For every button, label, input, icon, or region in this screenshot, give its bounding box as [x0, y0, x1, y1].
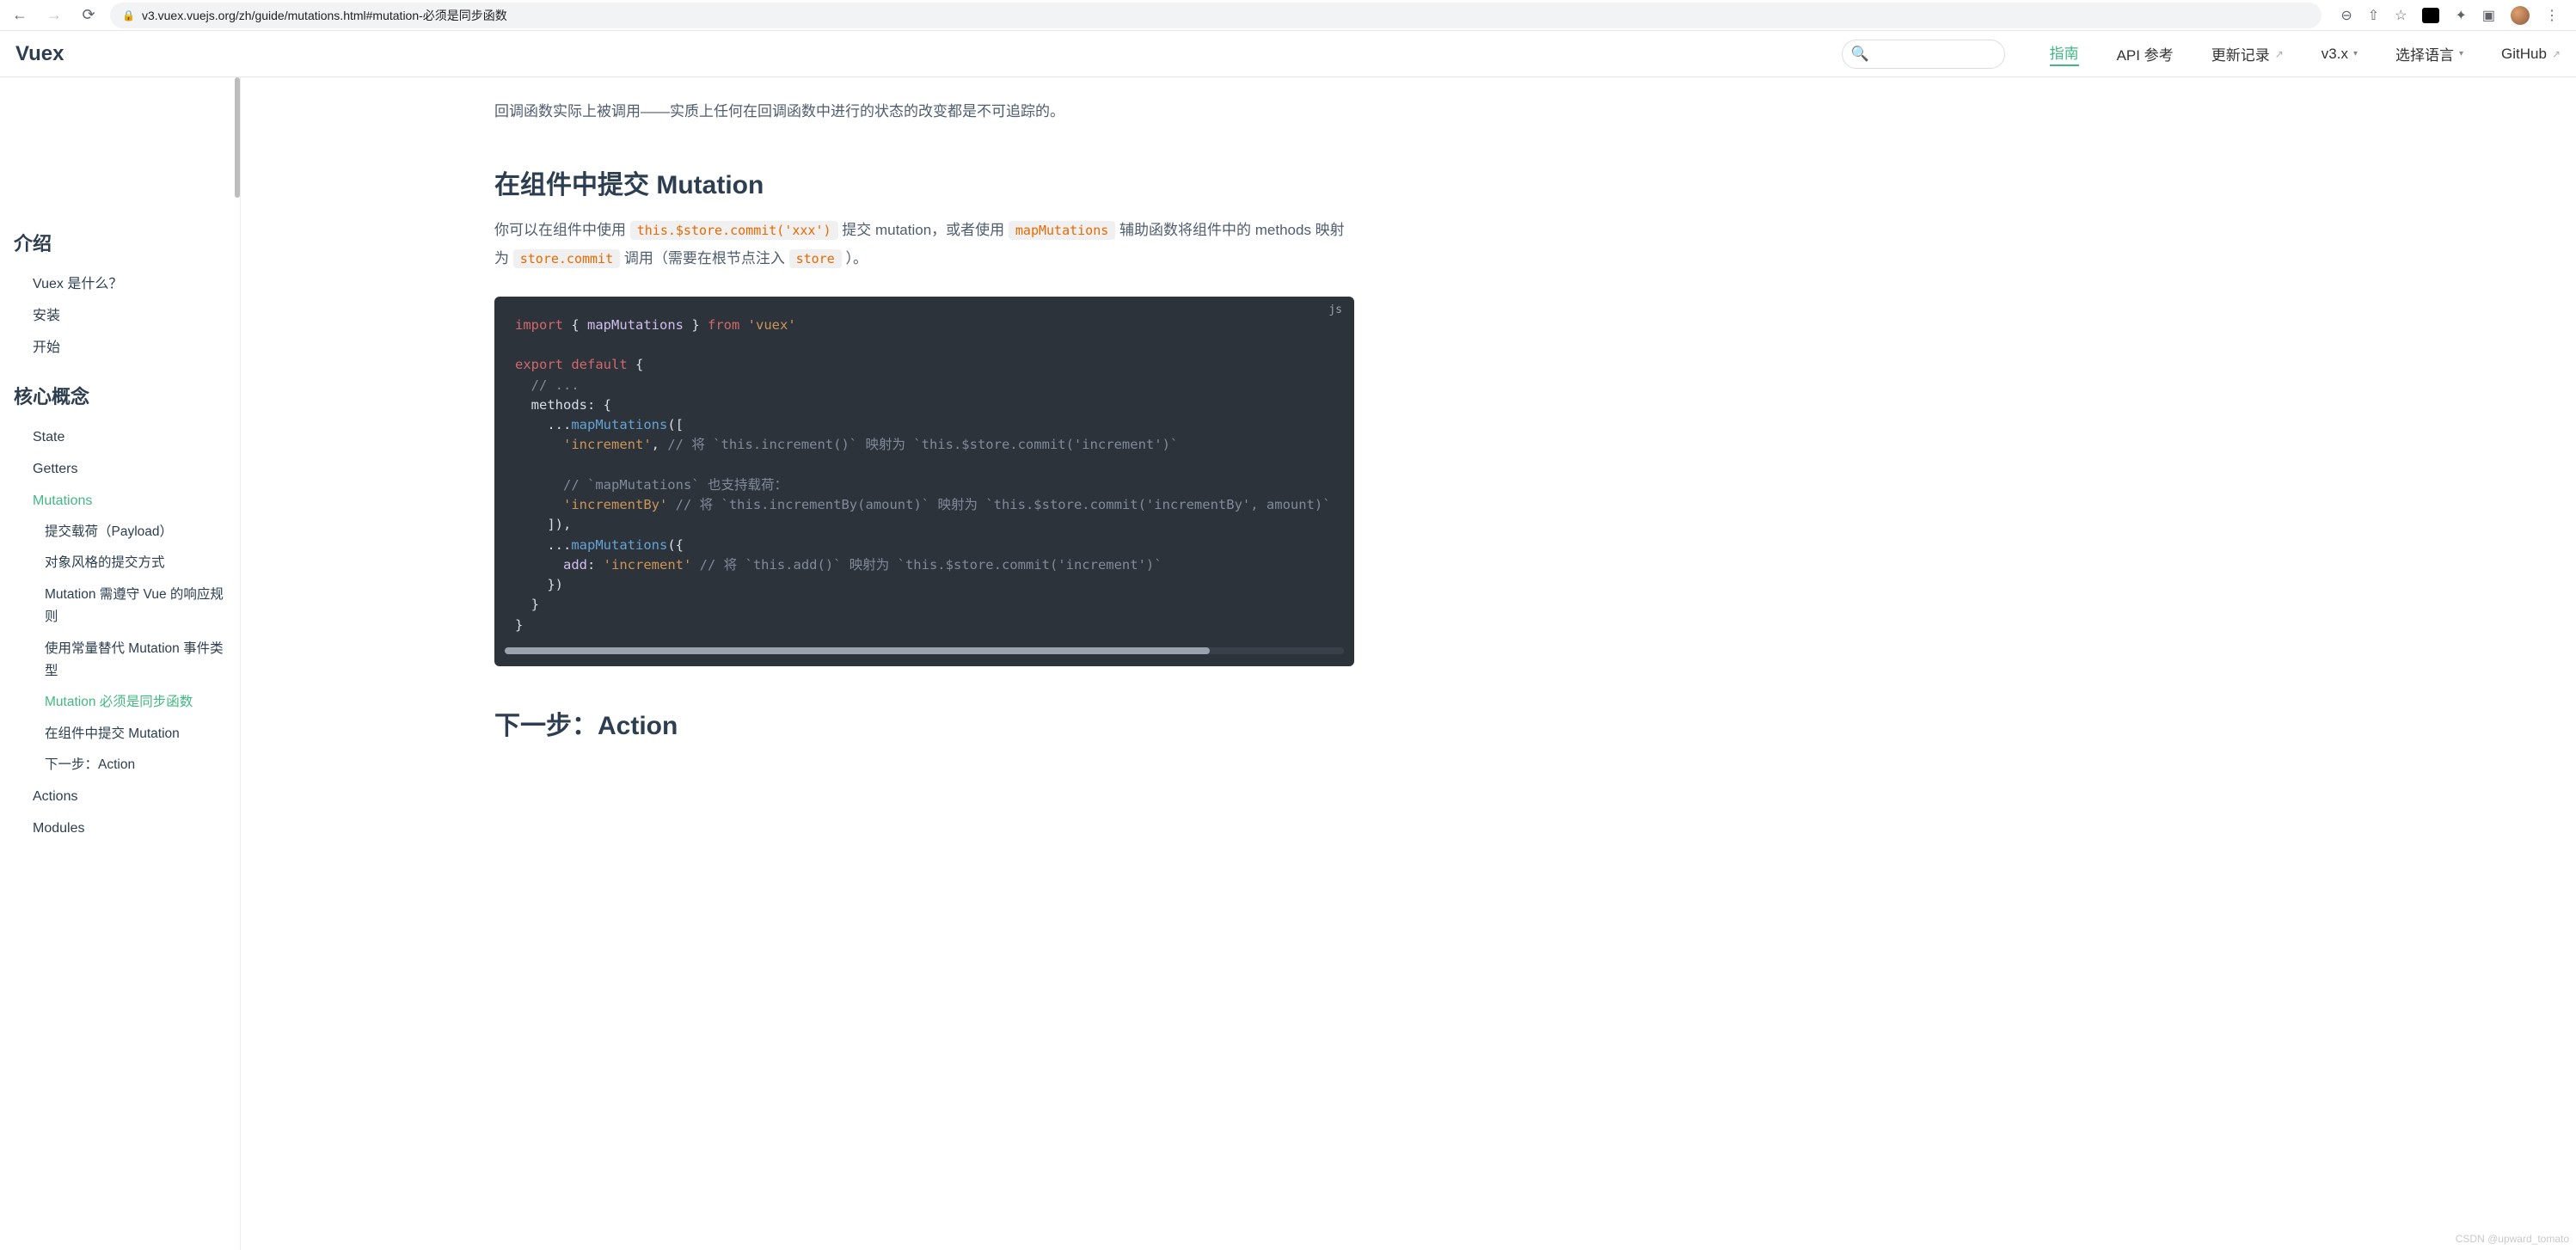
sidebar-item[interactable]: Modules: [14, 812, 226, 844]
text: 你可以在组件中使用: [494, 222, 630, 238]
sidebar-scrollbar-thumb[interactable]: [235, 77, 240, 198]
paragraph: 你可以在组件中使用 this.$store.commit('xxx') 提交 m…: [494, 217, 1354, 273]
sidebar-item[interactable]: State: [14, 421, 226, 453]
sidebar-group-intro: 介绍: [14, 229, 226, 256]
nav-lang-label: 选择语言: [2395, 43, 2454, 64]
forward-button[interactable]: →: [41, 6, 67, 24]
zoom-icon[interactable]: ⊖: [2340, 7, 2352, 24]
search-icon: 🔍: [1851, 46, 1869, 63]
url-text: v3.vuex.vuejs.org/zh/guide/mutations.htm…: [142, 7, 507, 24]
site-topbar: Vuex 🔍 指南 API 参考 更新记录 ↗ v3.x ▾ 选择语言 ▾ GitHu…: [0, 31, 2576, 77]
star-icon[interactable]: ☆: [2395, 7, 2407, 24]
nav-github[interactable]: GitHub ↗: [2501, 46, 2561, 63]
nav-lang[interactable]: 选择语言 ▾: [2395, 43, 2463, 64]
extension-icon[interactable]: [2422, 8, 2439, 23]
inline-code: store.commit: [513, 249, 620, 268]
nav-version-label: v3.x: [2321, 46, 2348, 63]
lock-icon: 🔒: [122, 9, 135, 21]
nav-changelog[interactable]: 更新记录 ↗: [2211, 43, 2284, 64]
chevron-down-icon: ▾: [2459, 49, 2463, 58]
text: 调用（需要在根节点注入: [624, 250, 789, 267]
sidebar-item-mutations[interactable]: Mutations: [14, 485, 226, 517]
sidebar-scrollbar-track[interactable]: [235, 77, 240, 1250]
watermark: CSDN @upward_tomato: [2456, 1233, 2569, 1245]
code-language-badge: js: [1328, 303, 1342, 316]
code-content[interactable]: import { mapMutations } from 'vuex' expo…: [494, 316, 1354, 642]
sidebar: 介绍 Vuex 是什么？ 安装 开始 核心概念 State Getters Mu…: [0, 77, 241, 1250]
sidebar-subitem[interactable]: 在组件中提交 Mutation: [14, 719, 226, 750]
search-input[interactable]: 🔍: [1842, 40, 2005, 69]
code-block: js import { mapMutations } from 'vuex' e…: [494, 297, 1354, 666]
top-nav: 🔍 指南 API 参考 更新记录 ↗ v3.x ▾ 选择语言 ▾ GitHub ↗: [1842, 40, 2561, 69]
sidebar-item[interactable]: Actions: [14, 781, 226, 812]
sidebar-subitem[interactable]: Mutation 需遵守 Vue 的响应规则: [14, 579, 226, 634]
inline-code: this.$store.commit('xxx'): [630, 221, 838, 240]
sidebar-item[interactable]: Getters: [14, 453, 226, 485]
sidebar-subitem-sync[interactable]: Mutation 必须是同步函数: [14, 687, 226, 718]
nav-api[interactable]: API 参考: [2117, 43, 2174, 64]
address-bar[interactable]: 🔒 v3.vuex.vuejs.org/zh/guide/mutations.h…: [110, 3, 2321, 28]
brand-logo[interactable]: Vuex: [15, 42, 64, 66]
nav-guide[interactable]: 指南: [2050, 41, 2079, 66]
external-icon: ↗: [2552, 48, 2561, 60]
sidebar-item[interactable]: 安装: [14, 300, 226, 332]
sidebar-subitem[interactable]: 使用常量替代 Mutation 事件类型: [14, 634, 226, 688]
heading-commit-in-component: 在组件中提交 Mutation: [494, 163, 1354, 201]
code-horizontal-scrollbar[interactable]: [505, 647, 1344, 654]
sidebar-group-core: 核心概念: [14, 382, 226, 409]
text: ）。: [845, 250, 868, 267]
sidebar-item[interactable]: Vuex 是什么？: [14, 268, 226, 300]
sidebar-subitem[interactable]: 下一步：Action: [14, 750, 226, 781]
sidepanel-icon[interactable]: ▣: [2482, 7, 2495, 24]
chevron-down-icon: ▾: [2353, 49, 2358, 58]
paragraph: 回调函数实际上被调用——实质上任何在回调函数中进行的状态的改变都是不可追踪的。: [494, 98, 1354, 126]
heading-next-action: 下一步：Action: [494, 704, 1354, 742]
reload-button[interactable]: ⟳: [76, 6, 101, 24]
extensions-icon[interactable]: ✦: [2455, 7, 2466, 24]
nav-changelog-label: 更新记录: [2211, 43, 2270, 64]
sidebar-subitem[interactable]: 对象风格的提交方式: [14, 548, 226, 579]
code-scrollbar-thumb[interactable]: [505, 647, 1210, 654]
nav-version[interactable]: v3.x ▾: [2321, 46, 2358, 63]
search-field[interactable]: [1876, 46, 2032, 61]
sidebar-subitem[interactable]: 提交载荷（Payload）: [14, 517, 226, 548]
inline-code: store: [789, 249, 842, 268]
menu-icon[interactable]: ⋮: [2545, 7, 2559, 24]
text: 提交 mutation，或者使用: [842, 222, 1009, 238]
back-button[interactable]: ←: [7, 6, 33, 24]
external-icon: ↗: [2275, 48, 2284, 60]
sidebar-item[interactable]: 开始: [14, 332, 226, 364]
inline-code: mapMutations: [1009, 221, 1115, 240]
browser-chrome: ← → ⟳ 🔒 v3.vuex.vuejs.org/zh/guide/mutat…: [0, 0, 2576, 31]
profile-avatar[interactable]: [2511, 6, 2530, 25]
share-icon[interactable]: ⇧: [2368, 7, 2379, 24]
nav-github-label: GitHub: [2501, 46, 2547, 63]
browser-actions: ⊖ ⇧ ☆ ✦ ▣ ⋮: [2330, 6, 2569, 25]
content: 回调函数实际上被调用——实质上任何在回调函数中进行的状态的改变都是不可追踪的。 …: [241, 77, 1354, 1250]
